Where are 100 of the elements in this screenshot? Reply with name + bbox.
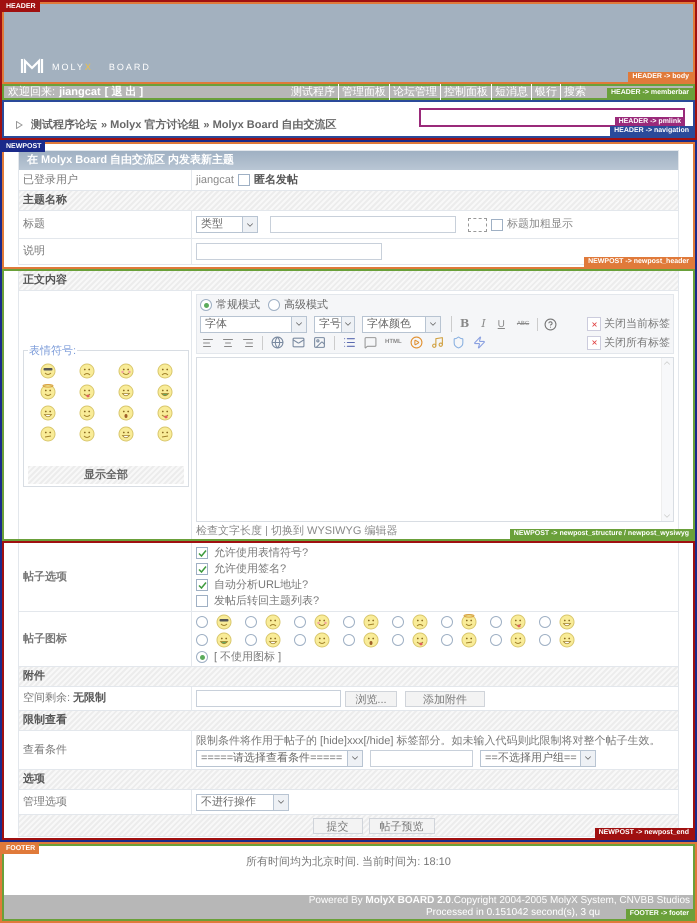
- align-icon[interactable]: [202, 336, 214, 349]
- checkbox[interactable]: [491, 218, 503, 230]
- form-button[interactable]: 添加附件: [405, 690, 485, 706]
- radio-button[interactable]: [490, 634, 502, 646]
- smiley-button[interactable]: [118, 405, 134, 422]
- smiley-button[interactable]: [156, 426, 172, 442]
- radio-button[interactable]: [392, 634, 404, 646]
- radio-button[interactable]: [196, 634, 208, 646]
- dropdown[interactable]: 不进行操作: [196, 794, 289, 810]
- smiley-button[interactable]: [40, 363, 56, 380]
- checkbox[interactable]: [196, 563, 208, 575]
- dropdown[interactable]: 字号: [314, 316, 355, 332]
- music-icon[interactable]: [430, 336, 444, 350]
- time-notice: 所有时间均为北京时间. 当前时间为: 18:10: [246, 854, 451, 870]
- radio-button[interactable]: [268, 299, 280, 312]
- globe-icon[interactable]: [271, 336, 284, 350]
- smiley-icon: [461, 614, 477, 630]
- form-button[interactable]: 提交: [312, 818, 362, 834]
- smiley-button[interactable]: [156, 384, 172, 400]
- smiley-button[interactable]: [78, 363, 94, 380]
- smiley-button[interactable]: [156, 363, 172, 380]
- smiley-button[interactable]: [78, 426, 94, 442]
- flash-icon[interactable]: [472, 336, 486, 350]
- menu-link[interactable]: 论坛管理: [389, 84, 440, 100]
- close-tag-button[interactable]: [587, 317, 601, 331]
- shield-icon[interactable]: [452, 336, 465, 350]
- smiley-button[interactable]: [118, 363, 134, 380]
- check-length-link[interactable]: 检查文字长度: [196, 522, 262, 539]
- italic-button[interactable]: I: [481, 316, 486, 332]
- smiley-icon: [78, 363, 94, 380]
- radio-button[interactable]: [200, 299, 212, 312]
- checkbox[interactable]: [196, 595, 208, 607]
- dropdown[interactable]: 类型: [196, 216, 258, 233]
- condition-field[interactable]: [370, 750, 473, 766]
- description-field[interactable]: [196, 243, 382, 260]
- title-field[interactable]: [270, 216, 456, 233]
- radio-button[interactable]: [294, 616, 306, 628]
- radio-label: [ 不使用图标 ]: [214, 650, 282, 664]
- smiley-button[interactable]: [78, 405, 94, 422]
- radio-button[interactable]: [539, 616, 551, 628]
- menu-link[interactable]: 测试程序: [288, 84, 338, 100]
- radio-button[interactable]: [245, 634, 257, 646]
- checkbox[interactable]: [196, 547, 208, 559]
- form-button[interactable]: 浏览...: [345, 690, 397, 706]
- switch-editor-link[interactable]: 切换到 WYSIWYG 编辑器: [271, 522, 398, 539]
- image-icon[interactable]: [313, 336, 326, 350]
- checkbox[interactable]: [238, 174, 250, 186]
- radio-button[interactable]: [294, 634, 306, 646]
- radio-button[interactable]: [196, 616, 208, 628]
- menu-link[interactable]: 短消息: [491, 84, 531, 100]
- radio-button[interactable]: [539, 634, 551, 646]
- menu-link[interactable]: 管理面板: [338, 84, 389, 100]
- smiley-button[interactable]: [40, 405, 56, 422]
- logo-icon: [20, 58, 44, 74]
- radio-button[interactable]: [196, 651, 208, 663]
- smiley-icon: [156, 363, 172, 380]
- breadcrumb-link[interactable]: » Molyx Board 自由交流区: [203, 116, 337, 134]
- breadcrumb-link[interactable]: » Molyx 官方讨论组: [101, 116, 200, 134]
- help-icon[interactable]: [544, 318, 558, 330]
- breadcrumb-link[interactable]: 测试程序论坛: [31, 116, 97, 134]
- smiley-button[interactable]: [40, 384, 56, 400]
- radio-button[interactable]: [343, 616, 355, 628]
- smiley-button[interactable]: [118, 384, 134, 400]
- checkbox-label: 匿名发帖: [254, 172, 298, 188]
- dropdown[interactable]: =====请选择查看条件=====: [196, 750, 363, 766]
- smiley-icon: [559, 632, 575, 648]
- dropdown[interactable]: 字体: [200, 316, 307, 332]
- menu-link[interactable]: 银行: [531, 84, 560, 100]
- radio-button[interactable]: [392, 616, 404, 628]
- smiley-button[interactable]: [40, 426, 56, 442]
- list-icon[interactable]: [343, 336, 356, 350]
- align-icon[interactable]: [242, 336, 254, 349]
- menu-link[interactable]: 搜索: [560, 84, 589, 100]
- smiley-button[interactable]: [78, 384, 94, 400]
- underline-button[interactable]: U: [498, 316, 505, 332]
- dropdown[interactable]: ==不选择用户组==: [480, 750, 596, 766]
- bold-button[interactable]: B: [460, 316, 470, 332]
- color-swatch-icon[interactable]: [468, 218, 487, 232]
- radio-button[interactable]: [441, 634, 453, 646]
- radio-button[interactable]: [490, 616, 502, 628]
- smiley-icon: [510, 614, 526, 630]
- form-button[interactable]: 帖子预览: [368, 818, 434, 834]
- align-icon[interactable]: [222, 336, 234, 349]
- quote-icon[interactable]: [364, 336, 377, 350]
- smiley-icon: [510, 632, 526, 648]
- radio-button[interactable]: [441, 616, 453, 628]
- radio-button[interactable]: [343, 634, 355, 646]
- close-tag-button[interactable]: [587, 336, 601, 350]
- dropdown[interactable]: 字体颜色: [362, 316, 441, 332]
- mail-icon[interactable]: [292, 336, 305, 350]
- show-all-button[interactable]: 显示全部: [28, 466, 184, 484]
- checkbox[interactable]: [196, 579, 208, 591]
- username-link[interactable]: jiangcat: [59, 84, 101, 100]
- logout-link[interactable]: [ 退 出 ]: [104, 84, 144, 100]
- menu-link[interactable]: 控制面板: [440, 84, 491, 100]
- play-icon[interactable]: [410, 336, 423, 350]
- smiley-button[interactable]: [156, 405, 172, 422]
- file-field[interactable]: [196, 690, 341, 707]
- radio-button[interactable]: [245, 616, 257, 628]
- smiley-button[interactable]: [118, 426, 134, 442]
